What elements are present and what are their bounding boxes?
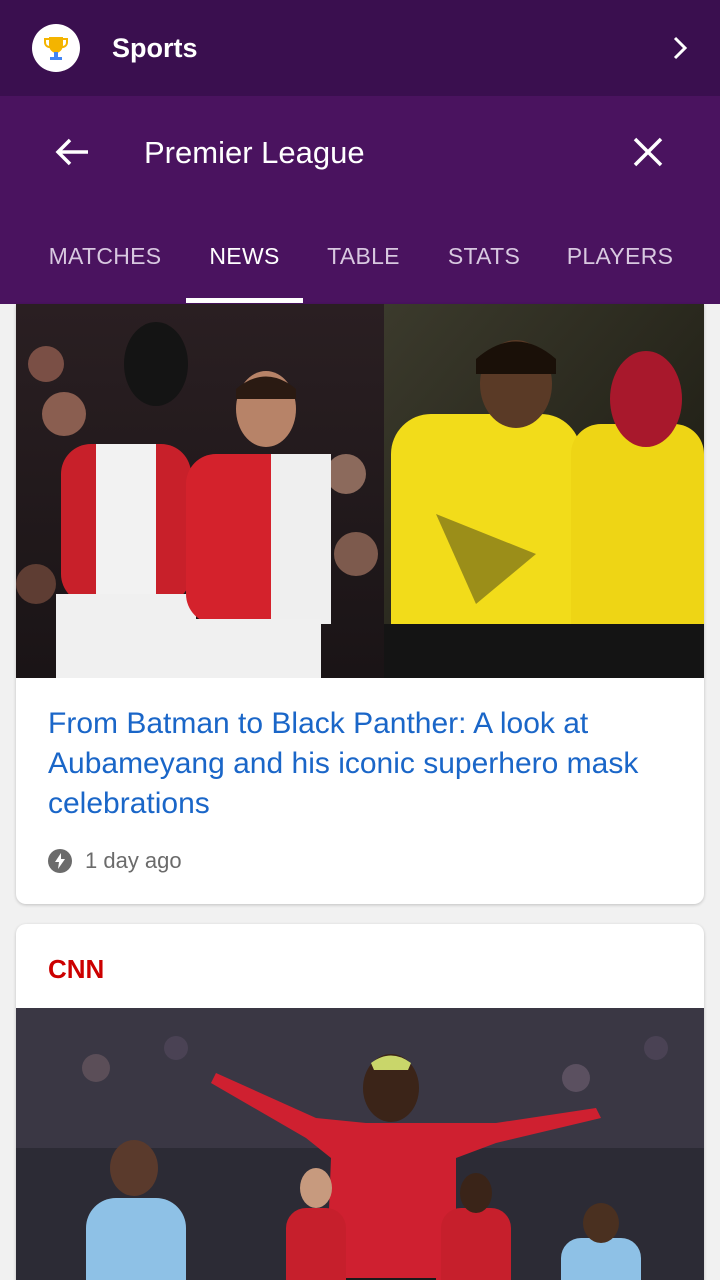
tab-bar: MATCHES NEWS TABLE STATS PLAYERS <box>0 224 720 304</box>
tab-table[interactable]: TABLE <box>315 224 412 304</box>
app-title: Sports <box>112 33 198 63</box>
close-icon[interactable] <box>624 128 672 176</box>
tab-matches[interactable]: MATCHES <box>40 224 170 304</box>
tab-news[interactable]: NEWS <box>186 224 303 304</box>
article-image[interactable] <box>16 304 704 678</box>
chevron-right-icon[interactable] <box>664 32 696 64</box>
trophy-icon <box>32 24 80 72</box>
article-meta: 1 day ago <box>48 845 182 877</box>
source-logo: CNN <box>48 954 104 989</box>
article-image[interactable] <box>16 1008 704 1280</box>
news-card[interactable]: CNN <box>16 924 704 1280</box>
source-logo-text: CNN <box>48 954 104 984</box>
tab-stats[interactable]: STATS <box>436 224 532 304</box>
news-card[interactable]: From Batman to Black Panther: A look at … <box>16 304 704 904</box>
amp-bolt-icon <box>48 849 72 873</box>
tab-players[interactable]: PLAYERS <box>554 224 686 304</box>
app-header[interactable]: Sports <box>0 0 720 96</box>
article-time: 1 day ago <box>85 848 182 873</box>
active-tab-indicator <box>186 298 303 303</box>
article-headline[interactable]: From Batman to Black Panther: A look at … <box>48 704 658 824</box>
search-query[interactable]: Premier League <box>144 133 365 173</box>
back-arrow-icon[interactable] <box>48 128 96 176</box>
